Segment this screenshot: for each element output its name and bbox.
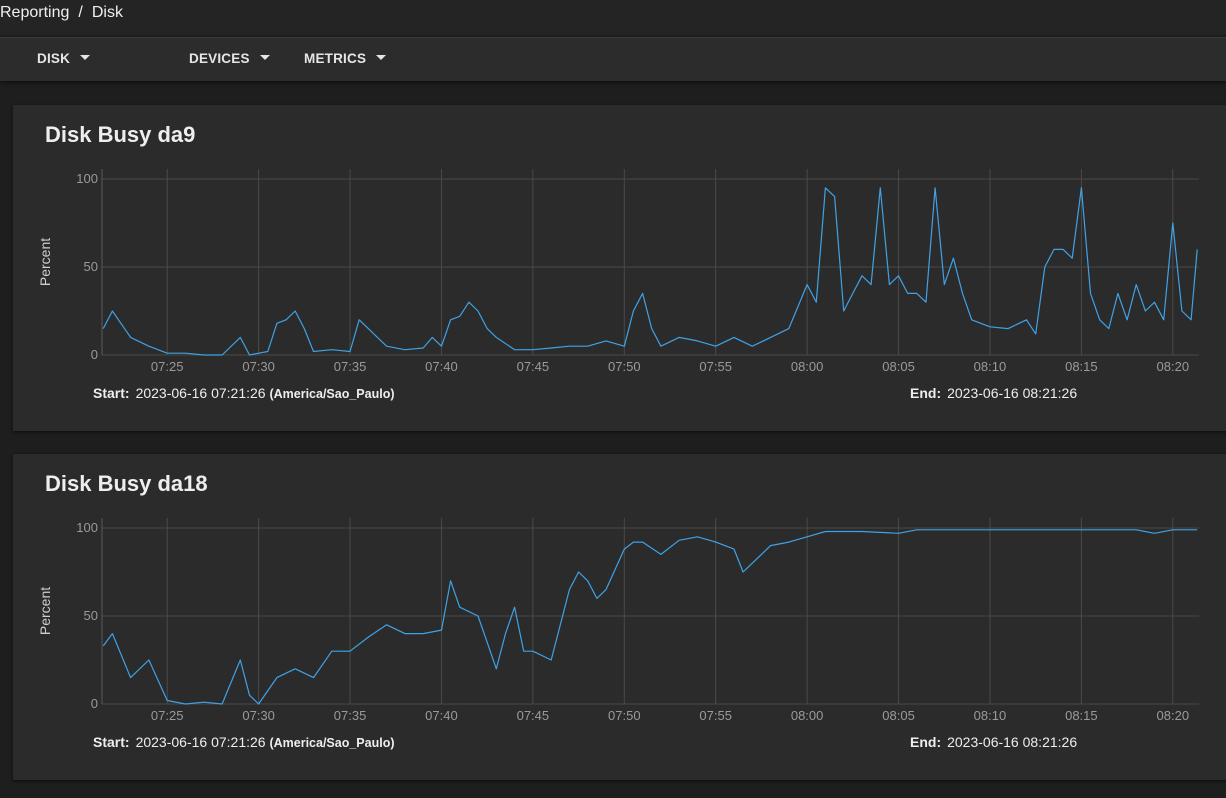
y-tick-label: 50 — [84, 259, 98, 274]
chevron-down-icon — [259, 54, 270, 60]
end-time: End: 2023-06-16 08:21:26 — [910, 734, 1077, 750]
x-tick-label: 07:50 — [608, 708, 641, 723]
metrics-menu-label: METRICS — [304, 51, 367, 66]
x-tick-label: 08:10 — [974, 708, 1007, 723]
disk-menu-button[interactable]: DISK — [37, 51, 91, 66]
start-value: 2023-06-16 07:21:26 — [135, 734, 266, 750]
x-tick-label: 07:35 — [334, 359, 367, 374]
end-value: 2023-06-16 08:21:26 — [947, 734, 1078, 750]
x-tick-label: 07:50 — [608, 359, 641, 374]
x-tick-label: 08:05 — [882, 708, 915, 723]
line-chart-da18[interactable]: 0 50 100 07:25 07:30 07:35 07:40 07:45 07:50 07:5… — [13, 454, 1226, 780]
metrics-menu-button[interactable]: METRICS — [304, 51, 387, 66]
x-tick-label: 08:00 — [791, 359, 824, 374]
disk-menu-label: DISK — [37, 51, 71, 66]
end-value: 2023-06-16 08:21:26 — [947, 385, 1078, 401]
x-tick-label: 08:15 — [1065, 359, 1098, 374]
y-tick-label: 50 — [84, 608, 98, 623]
chevron-down-icon — [376, 54, 387, 60]
y-tick-label: 100 — [76, 520, 98, 535]
x-tick-label: 07:55 — [699, 708, 732, 723]
end-label: End: — [910, 385, 942, 401]
breadcrumb-separator: / — [78, 4, 83, 21]
breadcrumb-current: Disk — [91, 4, 123, 21]
reporting-toolbar: DISK DEVICES METRICS — [0, 37, 1226, 81]
x-tick-label: 08:15 — [1065, 708, 1098, 723]
x-tick-label: 07:40 — [425, 359, 458, 374]
x-tick-label: 07:55 — [699, 359, 732, 374]
y-axis-label: Percent — [37, 587, 53, 635]
breadcrumb: Reporting / Disk — [0, 4, 123, 22]
x-tick-label: 07:45 — [517, 359, 550, 374]
x-tick-label: 08:05 — [882, 359, 915, 374]
timezone: (America/Sao_Paulo) — [269, 387, 395, 401]
x-tick-label: 08:00 — [791, 708, 824, 723]
x-tick-label: 07:25 — [151, 708, 184, 723]
start-value: 2023-06-16 07:21:26 — [135, 385, 266, 401]
x-tick-label: 08:20 — [1157, 359, 1190, 374]
devices-menu-button[interactable]: DEVICES — [189, 51, 270, 66]
x-tick-label: 08:20 — [1157, 708, 1190, 723]
x-tick-label: 07:30 — [242, 708, 275, 723]
y-tick-label: 0 — [91, 696, 98, 711]
y-tick-label: 0 — [91, 347, 98, 362]
x-tick-label: 07:35 — [334, 708, 367, 723]
x-tick-label: 07:45 — [517, 708, 550, 723]
devices-menu-label: DEVICES — [189, 51, 250, 66]
end-label: End: — [910, 734, 942, 750]
series-line — [102, 187, 1198, 356]
line-chart-da9[interactable]: 0 50 100 07:25 07:30 07:35 07:40 07:45 07:50 07:5… — [13, 105, 1226, 431]
x-tick-label: 07:25 — [151, 359, 184, 374]
top-bar: Reporting / Disk — [0, 0, 1226, 35]
start-time: Start: 2023-06-16 07:21:26 (America/Sao_P… — [93, 734, 395, 750]
y-axis-label: Percent — [37, 238, 53, 286]
timezone: (America/Sao_Paulo) — [269, 736, 395, 750]
end-time: End: 2023-06-16 08:21:26 — [910, 385, 1077, 401]
x-tick-label: 07:30 — [242, 359, 275, 374]
start-time: Start: 2023-06-16 07:21:26 (America/Sao_P… — [93, 385, 395, 401]
x-tick-label: 08:10 — [974, 359, 1007, 374]
chart-card-da18: Disk Busy da18 0 50 100 07:25 07:30 07:35 07:4… — [13, 454, 1226, 780]
breadcrumb-root[interactable]: Reporting — [0, 4, 69, 21]
chart-card-da9: Disk Busy da9 0 50 100 07:25 07:30 07:35 07:40… — [13, 105, 1226, 431]
chevron-down-icon — [80, 54, 91, 60]
start-label: Start: — [93, 734, 130, 750]
x-tick-label: 07:40 — [425, 708, 458, 723]
start-label: Start: — [93, 385, 130, 401]
series-line — [102, 529, 1198, 705]
y-tick-label: 100 — [76, 171, 98, 186]
